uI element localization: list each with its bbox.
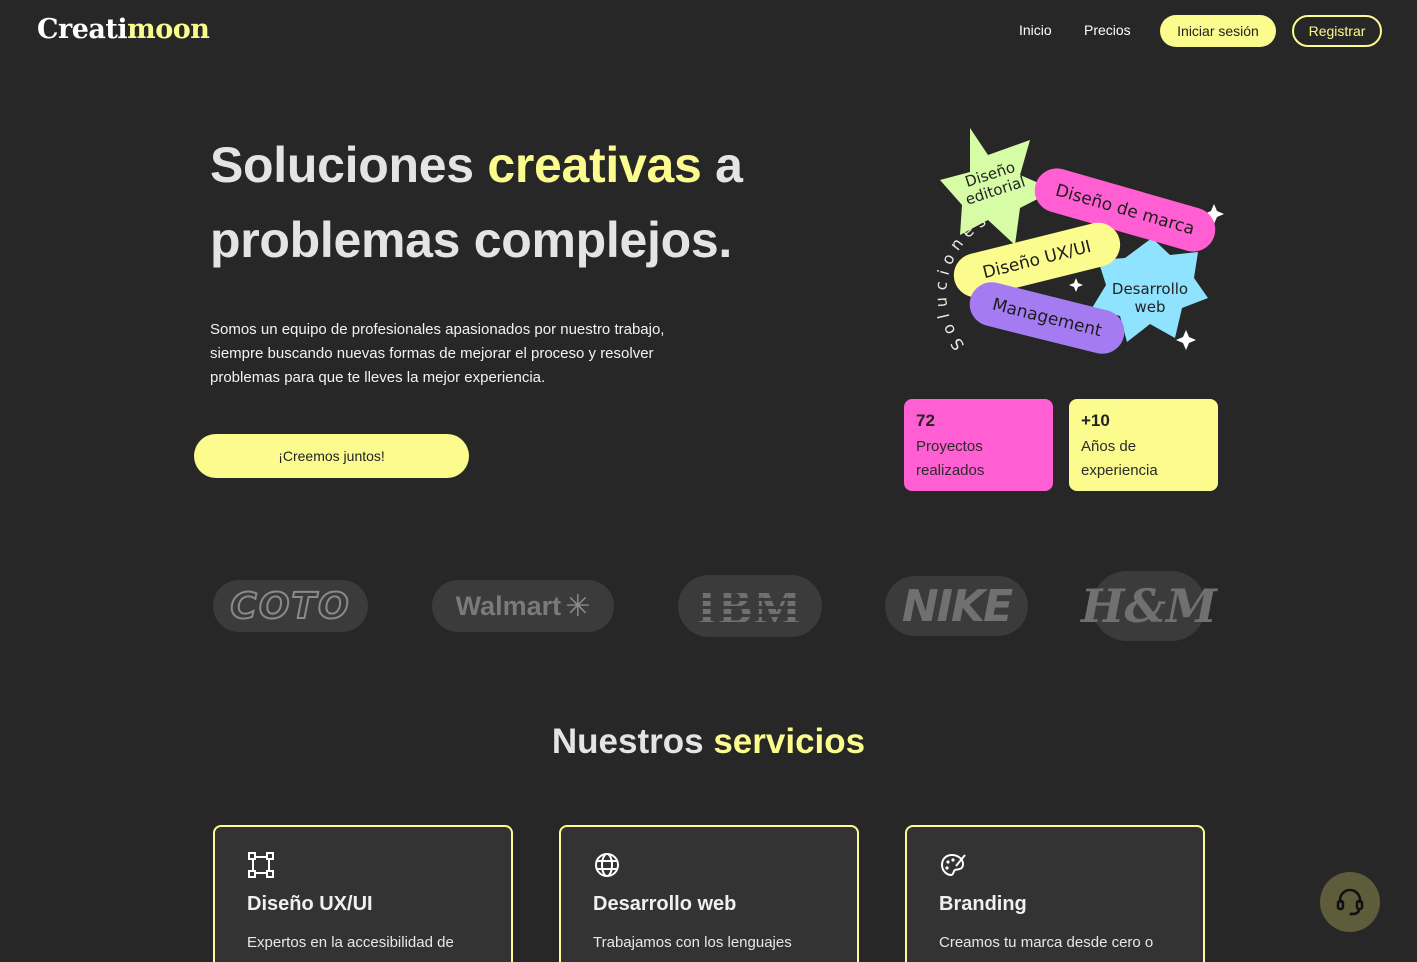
- hero-title: Soluciones creativas a problemas complej…: [210, 128, 770, 278]
- service-card-branding[interactable]: Branding Creamos tu marca desde cero o: [905, 825, 1205, 962]
- client-logo-nike: NIKE: [885, 576, 1028, 636]
- client-logo-nike-text: NIKE: [901, 580, 1013, 632]
- logo-text: Creati: [37, 14, 128, 45]
- client-logo-ibm-text: IBM: [697, 578, 803, 634]
- nav-link-precios[interactable]: Precios: [1084, 22, 1131, 38]
- brand-logo[interactable]: Creatimoon: [37, 14, 210, 45]
- stat-label: Años de experiencia: [1081, 438, 1158, 479]
- client-logo-coto: COTO: [213, 580, 368, 632]
- sparkle-icon: [1069, 278, 1083, 292]
- client-logo-walmart-text: Walmart: [455, 590, 562, 621]
- sparkle-icon: [1176, 330, 1196, 350]
- nav-link-inicio[interactable]: Inicio: [1019, 22, 1052, 38]
- hero-description: Somos un equipo de profesionales apasion…: [210, 321, 665, 386]
- stat-projects: 72 Proyectos realizados: [904, 399, 1053, 491]
- stat-experience: +10 Años de experiencia: [1069, 399, 1218, 491]
- card-description: Creamos tu marca desde cero o: [939, 934, 1154, 951]
- globe-icon: [595, 853, 619, 877]
- card-title: Branding: [939, 893, 1027, 915]
- walmart-spark-icon: ✳: [565, 589, 591, 623]
- stat-number: +10: [1081, 411, 1110, 430]
- cta-button[interactable]: ¡Creemos juntos!: [194, 434, 469, 478]
- services-illustration: Soluciones creativas Diseño editorial Di…: [880, 120, 1240, 370]
- service-card-ux[interactable]: Diseño UX/UI Expertos en la accesibilida…: [213, 825, 513, 962]
- logo-text-accent: moon: [127, 14, 210, 45]
- card-description: Trabajamos con los lenguajes: [593, 934, 792, 951]
- tag-web-line1: Desarrollo: [1111, 280, 1189, 298]
- hero-title-part: Soluciones: [210, 137, 488, 193]
- palette-icon: [940, 853, 966, 877]
- client-logo-hm-text: H&M: [1081, 579, 1217, 633]
- stat-number: 72: [916, 411, 935, 430]
- support-chat-button[interactable]: [1320, 872, 1380, 932]
- services-title-part: Nuestros: [551, 722, 714, 761]
- tag-web-line2: web: [1134, 298, 1166, 316]
- tag-web: Desarrollo web: [1108, 280, 1192, 316]
- client-logo-walmart: Walmart ✳: [432, 580, 614, 632]
- client-logo-coto-text: COTO: [229, 585, 351, 628]
- frame-icon: [248, 852, 274, 878]
- login-button[interactable]: Iniciar sesión: [1160, 15, 1276, 47]
- card-title: Desarrollo web: [593, 893, 737, 915]
- stat-label: Proyectos realizados: [916, 438, 985, 479]
- client-logo-ibm: IBM: [678, 575, 822, 637]
- register-button[interactable]: Registrar: [1292, 15, 1382, 47]
- service-card-web[interactable]: Desarrollo web Trabajamos con los lengua…: [559, 825, 859, 962]
- hero-title-highlight: creativas: [487, 137, 702, 193]
- services-title: Nuestros servicios: [0, 722, 1417, 762]
- card-description: Expertos en la accesibilidad de: [247, 934, 454, 951]
- headset-icon: [1336, 888, 1364, 916]
- services-title-highlight: servicios: [713, 722, 866, 761]
- card-title: Diseño UX/UI: [247, 893, 373, 915]
- client-logo-hm: H&M: [1081, 571, 1217, 641]
